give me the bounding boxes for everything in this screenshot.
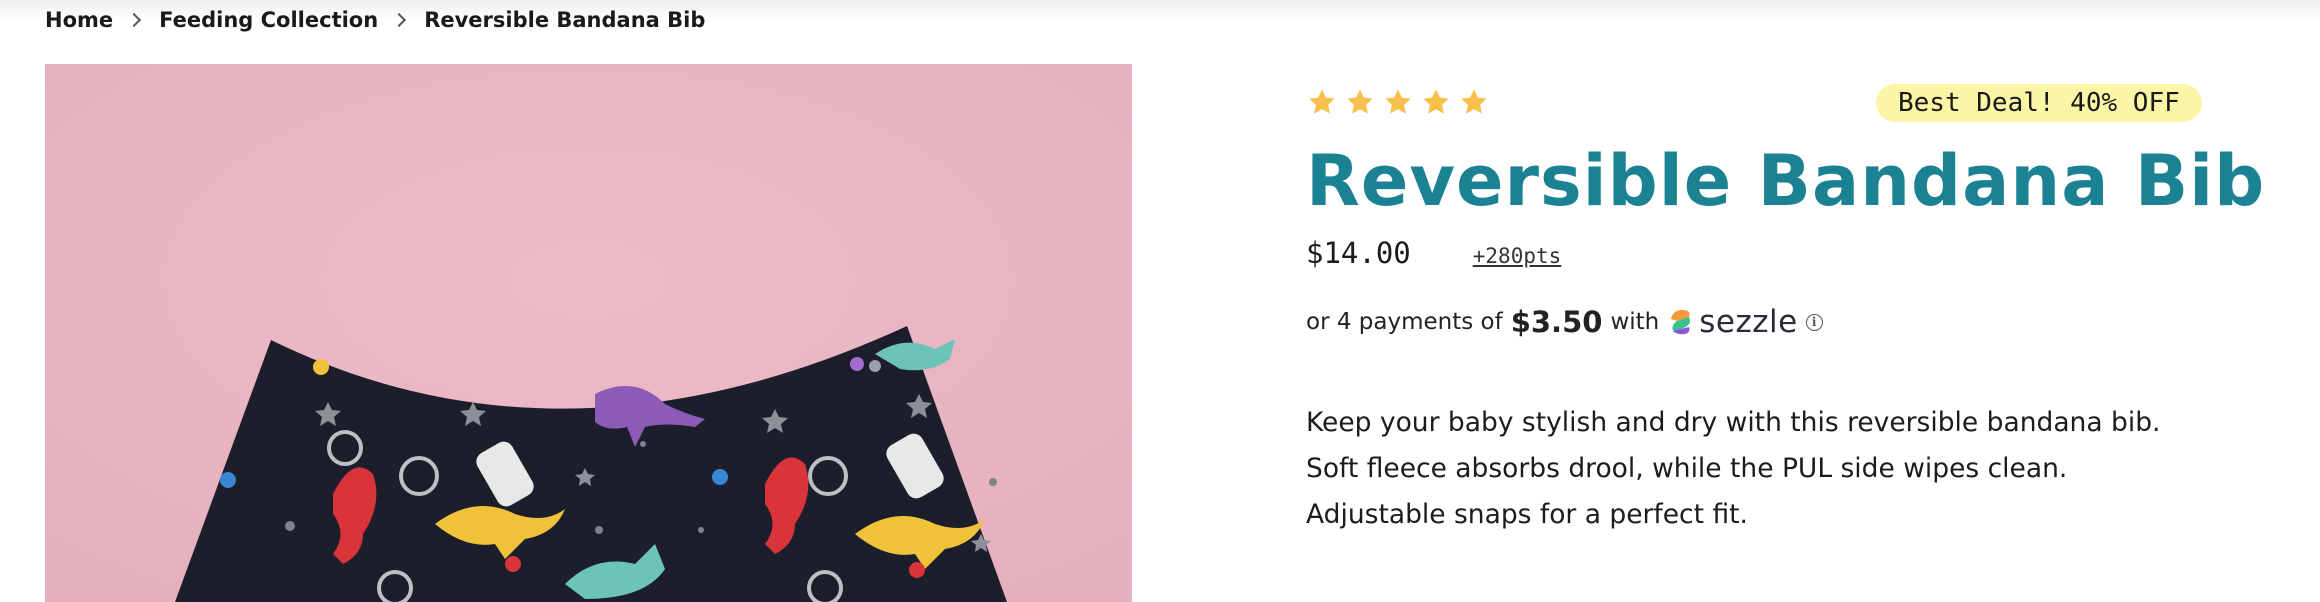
info-icon[interactable]: i (1805, 313, 1823, 331)
product-title: Reversible Bandana Bib (1306, 140, 2266, 222)
product-description: Keep your baby stylish and dry with this… (1306, 400, 2236, 538)
installments-with: with (1610, 309, 1660, 335)
product-price: $14.00 (1306, 236, 1411, 270)
installment-amount: $3.50 (1510, 305, 1603, 339)
star-icon (1347, 89, 1373, 114)
breadcrumb-current[interactable]: Reversible Bandana Bib (424, 8, 705, 32)
sezzle-installments: or 4 payments of $3.50 with sezzle i (1306, 304, 1823, 340)
chevron-right-icon (127, 12, 142, 28)
deal-badge: Best Deal! 40% OFF (1876, 84, 2202, 122)
star-icon (1423, 89, 1449, 114)
chevron-right-icon (392, 12, 407, 28)
sezzle-wordmark: sezzle (1699, 304, 1798, 340)
sezzle-logo-icon (1671, 309, 1691, 335)
bib-illustration (45, 64, 1132, 602)
reward-points-link[interactable]: +280pts (1473, 244, 1562, 268)
product-info: Best Deal! 40% OFF Reversible Bandana Bi… (1306, 64, 2264, 602)
description-line: Adjustable snaps for a perfect fit. (1306, 499, 1748, 530)
product-image[interactable] (45, 64, 1132, 602)
star-icon (1385, 89, 1411, 114)
sezzle-logo[interactable]: sezzle (1667, 304, 1797, 340)
breadcrumb-home[interactable]: Home (45, 8, 113, 32)
breadcrumb-feeding-collection[interactable]: Feeding Collection (159, 8, 378, 32)
breadcrumb: Home Feeding Collection Reversible Banda… (45, 4, 705, 36)
description-line: Soft fleece absorbs drool, while the PUL… (1306, 453, 2068, 484)
installments-prefix: or 4 payments of (1306, 309, 1503, 335)
star-rating[interactable] (1306, 86, 1490, 118)
star-icon (1461, 89, 1487, 114)
description-line: Keep your baby stylish and dry with this… (1306, 407, 2161, 438)
price-row: $14.00 +280pts (1306, 236, 1561, 270)
star-icon (1309, 89, 1335, 114)
